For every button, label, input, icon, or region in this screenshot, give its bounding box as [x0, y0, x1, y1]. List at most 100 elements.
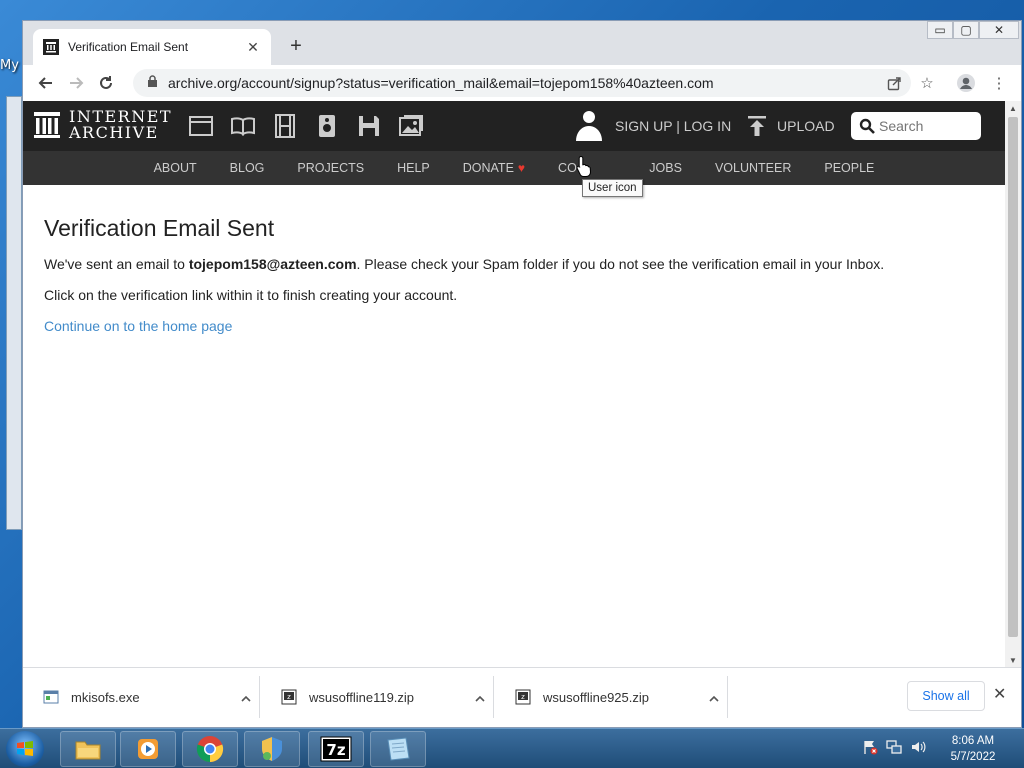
user-icon[interactable] — [573, 109, 605, 145]
chevron-up-icon[interactable] — [233, 690, 259, 705]
system-clock[interactable]: 8:06 AM 5/7/2022 — [940, 733, 1006, 765]
browser-window: Verification Email Sent ✕ + ▭ ▢ ✕ archiv… — [22, 20, 1022, 728]
signup-login-link[interactable]: SIGN UP | LOG IN — [615, 118, 731, 134]
maximize-button[interactable]: ▢ — [953, 21, 979, 39]
taskbar-file-explorer[interactable] — [60, 731, 116, 767]
minimize-button[interactable]: ▭ — [927, 21, 953, 39]
search-input[interactable] — [879, 118, 975, 134]
desktop-icon-label[interactable]: My — [0, 58, 19, 73]
main-content: Verification Email Sent We've sent an em… — [44, 215, 984, 336]
volume-icon[interactable] — [910, 739, 926, 755]
ia-top-bar: INTERNET ARCHIVE SIGN UP | LOG IN UPLOAD… — [23, 101, 1005, 151]
action-center-flag-icon[interactable] — [862, 739, 878, 755]
download-item[interactable]: mkisofs.exe — [23, 676, 260, 718]
system-tray — [862, 739, 926, 755]
share-icon[interactable] — [880, 69, 908, 97]
download-filename: wsusoffline119.zip — [309, 689, 415, 705]
bookmark-star-icon[interactable]: ☆ — [913, 69, 941, 97]
video-film-icon[interactable] — [272, 113, 298, 139]
internet-archive-logo[interactable]: INTERNET ARCHIVE — [33, 109, 172, 141]
browser-toolbar: archive.org/account/signup?status=verifi… — [23, 65, 1021, 101]
browser-menu-icon[interactable]: ⋮ — [985, 69, 1013, 97]
exe-file-icon — [43, 690, 59, 704]
archive-favicon-icon — [43, 39, 59, 55]
nav-donate[interactable]: DONATE ♥ — [446, 161, 541, 175]
scrollbar-thumb[interactable] — [1008, 117, 1018, 637]
heart-icon: ♥ — [517, 161, 526, 175]
forward-arrow-icon[interactable] — [61, 68, 91, 98]
address-bar[interactable]: archive.org/account/signup?status=verifi… — [133, 69, 911, 97]
clock-time: 8:06 AM — [951, 735, 995, 747]
taskbar-chrome[interactable] — [182, 731, 238, 767]
nav-about[interactable]: ABOUT — [137, 161, 213, 175]
7z-archive-icon: z — [515, 689, 531, 705]
nav-help[interactable]: HELP — [381, 161, 447, 175]
images-icon[interactable] — [398, 113, 424, 139]
close-downloads-icon[interactable]: ✕ — [993, 684, 1006, 704]
ia-search-box[interactable] — [851, 112, 981, 140]
message-suffix: . Please check your Spam folder if you d… — [356, 256, 885, 272]
logo-line2: ARCHIVE — [69, 123, 159, 142]
back-arrow-icon[interactable] — [31, 68, 61, 98]
archive-temple-icon — [34, 112, 60, 138]
show-all-button[interactable]: Show all — [907, 681, 985, 711]
background-window — [6, 96, 22, 530]
tab-close-icon[interactable]: ✕ — [245, 39, 261, 56]
lock-icon[interactable] — [147, 75, 158, 91]
chevron-up-icon[interactable] — [701, 690, 727, 705]
nav-volunteer[interactable]: VOLUNTEER — [698, 161, 807, 175]
page-viewport: INTERNET ARCHIVE SIGN UP | LOG IN UPLOAD… — [23, 101, 1005, 667]
notepad-icon — [387, 737, 410, 761]
tab-verification-email[interactable]: Verification Email Sent ✕ — [33, 29, 271, 65]
7z-archive-icon: z — [281, 689, 297, 705]
user-icon-tooltip: User icon — [582, 179, 643, 197]
url-text: archive.org/account/signup?status=verifi… — [168, 75, 714, 91]
email-sent-message: We've sent an email to tojepom158@azteen… — [44, 256, 984, 272]
software-floppy-icon[interactable] — [356, 113, 382, 139]
audio-speaker-icon[interactable] — [314, 113, 340, 139]
page-title: Verification Email Sent — [44, 215, 275, 241]
upload-link[interactable]: UPLOAD — [777, 118, 835, 134]
logo-wordmark: INTERNET ARCHIVE — [69, 109, 172, 141]
profile-avatar-icon[interactable] — [952, 69, 980, 97]
taskbar-notepad[interactable] — [370, 731, 426, 767]
chevron-up-icon[interactable] — [467, 690, 493, 705]
home-page-link[interactable]: Continue on to the home page — [44, 318, 232, 334]
nav-blog[interactable]: BLOG — [213, 161, 281, 175]
new-tab-button[interactable]: + — [285, 35, 307, 58]
nav-people[interactable]: PEOPLE — [808, 161, 891, 175]
network-icon[interactable] — [886, 739, 902, 755]
scroll-down-arrow-icon[interactable]: ▼ — [1005, 653, 1021, 667]
windows-logo-icon — [17, 741, 33, 756]
nav-jobs[interactable]: JOBS — [633, 161, 699, 175]
ia-nav-bar: ABOUT BLOG PROJECTS HELP DONATE ♥ CO JOBS… — [23, 151, 1005, 185]
vertical-scrollbar[interactable]: ▲ ▼ — [1005, 101, 1021, 667]
upload-arrow-icon[interactable] — [747, 115, 767, 137]
email-address: tojepom158@azteen.com — [188, 256, 357, 272]
close-window-button[interactable]: ✕ — [979, 21, 1019, 39]
svg-text:7z: 7z — [326, 741, 345, 759]
tab-strip: Verification Email Sent ✕ + ▭ ▢ ✕ — [23, 21, 1021, 65]
nav-projects[interactable]: PROJECTS — [281, 161, 381, 175]
reload-icon[interactable] — [91, 68, 121, 98]
taskbar-security-app[interactable] — [244, 731, 300, 767]
hand-cursor-icon — [576, 155, 592, 177]
download-filename: wsusoffline925.zip — [543, 689, 649, 705]
search-icon[interactable] — [859, 118, 875, 134]
chrome-icon — [196, 736, 224, 763]
taskbar: 7z 8:06 AM 5/7/2022 — [0, 728, 1024, 768]
taskbar-media-player[interactable] — [120, 731, 176, 767]
tab-title: Verification Email Sent — [68, 40, 189, 54]
taskbar-7zip[interactable]: 7z — [308, 731, 364, 767]
scroll-up-arrow-icon[interactable]: ▲ — [1005, 101, 1021, 115]
downloads-bar: mkisofs.exe z wsusoffline119.zip z wsuso… — [23, 667, 1021, 727]
download-filename: mkisofs.exe — [71, 689, 140, 705]
file-explorer-icon — [75, 741, 101, 760]
svg-text:z: z — [521, 693, 525, 701]
download-item[interactable]: z wsusoffline119.zip — [261, 676, 494, 718]
start-button[interactable] — [6, 731, 44, 767]
texts-book-icon[interactable] — [230, 113, 256, 139]
media-type-icons — [188, 113, 424, 139]
web-archive-icon[interactable] — [188, 113, 214, 139]
download-item[interactable]: z wsusoffline925.zip — [495, 676, 728, 718]
